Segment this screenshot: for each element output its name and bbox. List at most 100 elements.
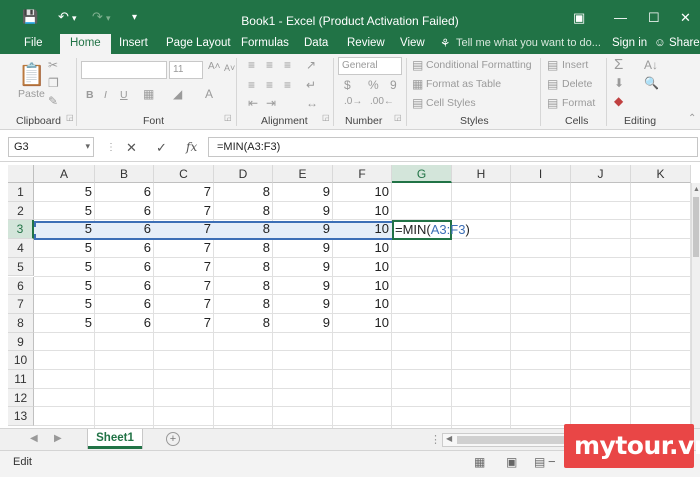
cell-f5[interactable]: 10 — [333, 259, 392, 278]
delete-cells-icon[interactable]: ▤ — [547, 77, 558, 91]
tab-review[interactable]: Review — [347, 37, 385, 49]
autosum-icon[interactable]: Σ — [614, 56, 623, 73]
font-size-box[interactable]: 11 — [169, 61, 203, 79]
cell-c3[interactable]: 7 — [154, 221, 214, 240]
cell-e2[interactable]: 9 — [273, 203, 333, 222]
prev-sheet-icon[interactable]: ◀ — [30, 433, 38, 444]
row-header-11[interactable]: 11 — [8, 370, 34, 389]
cell-c2[interactable]: 7 — [154, 203, 214, 222]
column-header-h[interactable]: H — [452, 165, 511, 183]
cancel-entry-icon[interactable]: ✕ — [126, 140, 137, 156]
increase-indent-icon[interactable]: ⇥ — [266, 96, 276, 110]
cell-f6[interactable]: 10 — [333, 278, 392, 297]
formula-bar-resize-icon[interactable]: ⋮ — [106, 142, 116, 153]
select-all-corner[interactable] — [8, 165, 34, 183]
scroll-up-icon[interactable]: ▲ — [693, 186, 700, 193]
cell-d7[interactable]: 8 — [214, 296, 273, 315]
tell-me-box[interactable]: Tell me what you want to do... — [456, 37, 601, 49]
tab-home[interactable]: Home — [60, 34, 111, 54]
column-header-i[interactable]: I — [511, 165, 571, 183]
font-launcher-icon[interactable]: ◲ — [224, 113, 232, 122]
cell-a2[interactable]: 5 — [34, 203, 95, 222]
cell-b2[interactable]: 6 — [95, 203, 154, 222]
page-break-view-icon[interactable]: ▤ — [534, 455, 545, 469]
cell-e7[interactable]: 9 — [273, 296, 333, 315]
cell-a7[interactable]: 5 — [34, 296, 95, 315]
font-name-box[interactable] — [81, 61, 167, 79]
cell-d5[interactable]: 8 — [214, 259, 273, 278]
decrease-decimal-icon[interactable]: .00← — [370, 96, 394, 107]
format-cells-button[interactable]: Format — [562, 97, 595, 109]
decrease-indent-icon[interactable]: ⇤ — [248, 96, 258, 110]
tab-view[interactable]: View — [400, 37, 425, 49]
cell-b5[interactable]: 6 — [95, 259, 154, 278]
tab-formulas[interactable]: Formulas — [241, 37, 289, 49]
cell-c1[interactable]: 7 — [154, 184, 214, 203]
maximize-icon[interactable]: ☐ — [648, 10, 660, 26]
column-header-a[interactable]: A — [34, 165, 95, 183]
clear-icon[interactable]: ◆ — [614, 94, 623, 108]
close-icon[interactable]: ✕ — [680, 10, 691, 26]
fill-icon[interactable]: ⬇ — [614, 76, 624, 90]
insert-function-icon[interactable]: fx — [186, 140, 197, 154]
row-header-2[interactable]: 2 — [8, 201, 34, 221]
clipboard-launcher-icon[interactable]: ◲ — [66, 113, 74, 122]
bold-button[interactable]: B — [86, 89, 94, 101]
name-box[interactable]: G3 ▾ — [8, 137, 94, 157]
column-header-j[interactable]: J — [571, 165, 631, 183]
align-center-icon[interactable]: ≡ — [266, 78, 273, 92]
cut-icon[interactable]: ✂ — [48, 58, 58, 72]
row-header-10[interactable]: 10 — [8, 351, 34, 370]
cell-styles-button[interactable]: Cell Styles — [426, 97, 476, 109]
ribbon-display-icon[interactable]: ▣ — [573, 10, 585, 26]
row-header-6[interactable]: 6 — [8, 276, 34, 296]
formula-input[interactable]: =MIN(A3:F3) — [208, 137, 698, 157]
cell-a6[interactable]: 5 — [34, 278, 95, 297]
cell-d6[interactable]: 8 — [214, 278, 273, 297]
column-header-f[interactable]: F — [333, 165, 392, 183]
column-header-g[interactable]: G — [392, 165, 452, 183]
cell-e3[interactable]: 9 — [273, 221, 333, 240]
tab-insert[interactable]: Insert — [119, 37, 148, 49]
shrink-font-icon[interactable]: A˅ — [224, 63, 235, 73]
bottom-align-icon[interactable]: ≡ — [284, 58, 291, 72]
increase-decimal-icon[interactable]: .0→ — [344, 96, 362, 107]
percent-button[interactable]: % — [368, 78, 379, 92]
cell-a3[interactable]: 5 — [34, 221, 95, 240]
insert-cells-button[interactable]: Insert — [562, 59, 588, 71]
cell-d8[interactable]: 8 — [214, 315, 273, 334]
cell-e6[interactable]: 9 — [273, 278, 333, 297]
sheet-tab-sheet1[interactable]: Sheet1 — [88, 429, 142, 449]
top-align-icon[interactable]: ≡ — [248, 58, 255, 72]
format-painter-icon[interactable]: ✎ — [48, 94, 58, 108]
column-header-k[interactable]: K — [631, 165, 691, 183]
format-cells-icon[interactable]: ▤ — [547, 96, 558, 110]
sort-filter-icon[interactable]: A↓ — [644, 58, 658, 72]
cell-c5[interactable]: 7 — [154, 259, 214, 278]
cell-f3[interactable]: 10 — [333, 221, 392, 240]
delete-cells-button[interactable]: Delete — [562, 78, 592, 90]
sign-in-link[interactable]: Sign in — [612, 37, 647, 49]
middle-align-icon[interactable]: ≡ — [266, 58, 273, 72]
conditional-formatting-icon[interactable]: ▤ — [412, 58, 423, 72]
number-format-box[interactable]: General — [338, 57, 402, 75]
row-header-3[interactable]: 3 — [8, 220, 34, 240]
row-header-13[interactable]: 13 — [8, 407, 34, 427]
tab-data[interactable]: Data — [304, 37, 328, 49]
paste-label[interactable]: Paste — [18, 88, 45, 100]
enter-entry-icon[interactable]: ✓ — [156, 140, 167, 156]
align-right-icon[interactable]: ≡ — [284, 78, 291, 92]
row-header-5[interactable]: 5 — [8, 257, 34, 277]
merge-center-icon[interactable]: ↔ — [306, 96, 318, 110]
collapse-ribbon-icon[interactable]: ⌃ — [688, 113, 696, 124]
row-header-7[interactable]: 7 — [8, 295, 34, 314]
normal-view-icon[interactable]: ▦ — [474, 455, 485, 469]
column-header-c[interactable]: C — [154, 165, 214, 183]
cell-f1[interactable]: 10 — [333, 184, 392, 203]
number-launcher-icon[interactable]: ◲ — [394, 113, 402, 122]
cell-d3[interactable]: 8 — [214, 221, 273, 240]
column-header-e[interactable]: E — [273, 165, 333, 183]
cell-b8[interactable]: 6 — [95, 315, 154, 334]
cell-b7[interactable]: 6 — [95, 296, 154, 315]
cell-styles-icon[interactable]: ▤ — [412, 96, 423, 110]
